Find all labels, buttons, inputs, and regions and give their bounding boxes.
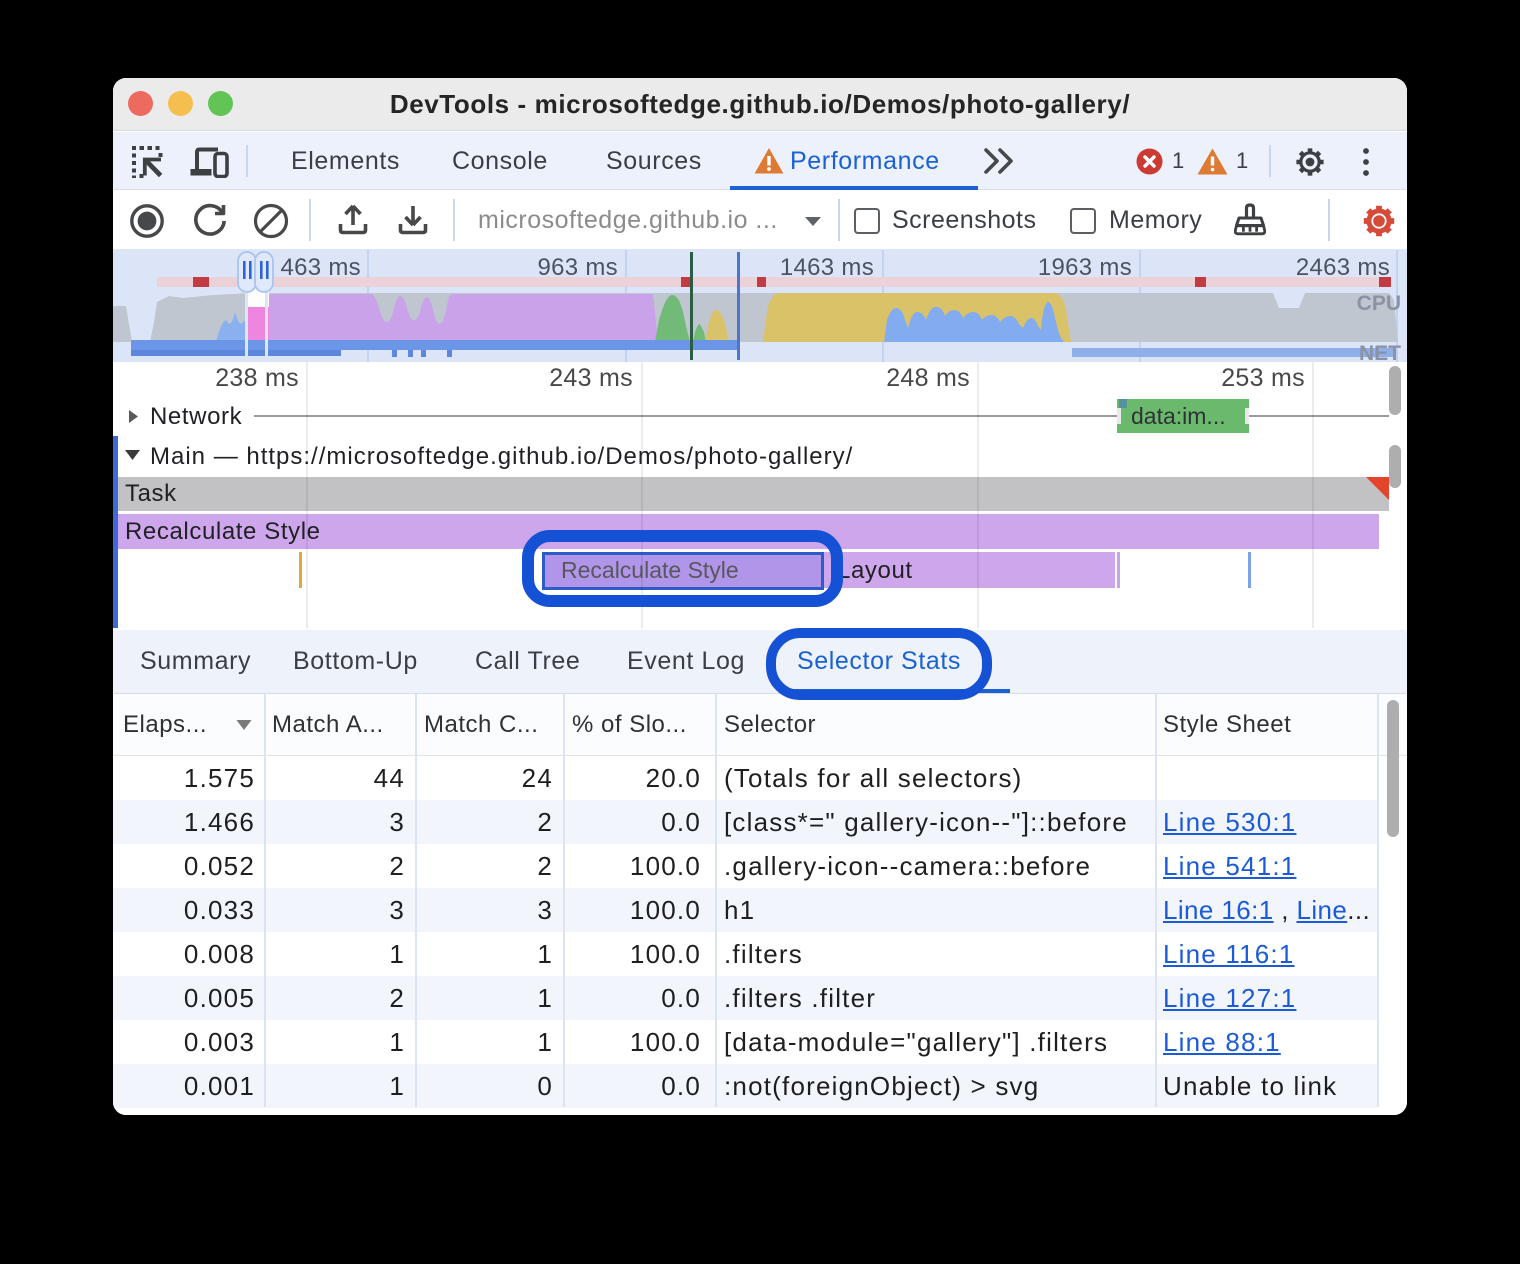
svg-text:NET: NET <box>1359 342 1401 362</box>
svg-text:463 ms: 463 ms <box>280 254 361 281</box>
svg-text:1963 ms: 1963 ms <box>1038 254 1132 281</box>
svg-text:2463 ms: 2463 ms <box>1296 254 1390 281</box>
svg-text:CPU: CPU <box>1357 292 1401 315</box>
svg-text:963 ms: 963 ms <box>537 254 618 281</box>
svg-text:1463 ms: 1463 ms <box>780 254 874 281</box>
